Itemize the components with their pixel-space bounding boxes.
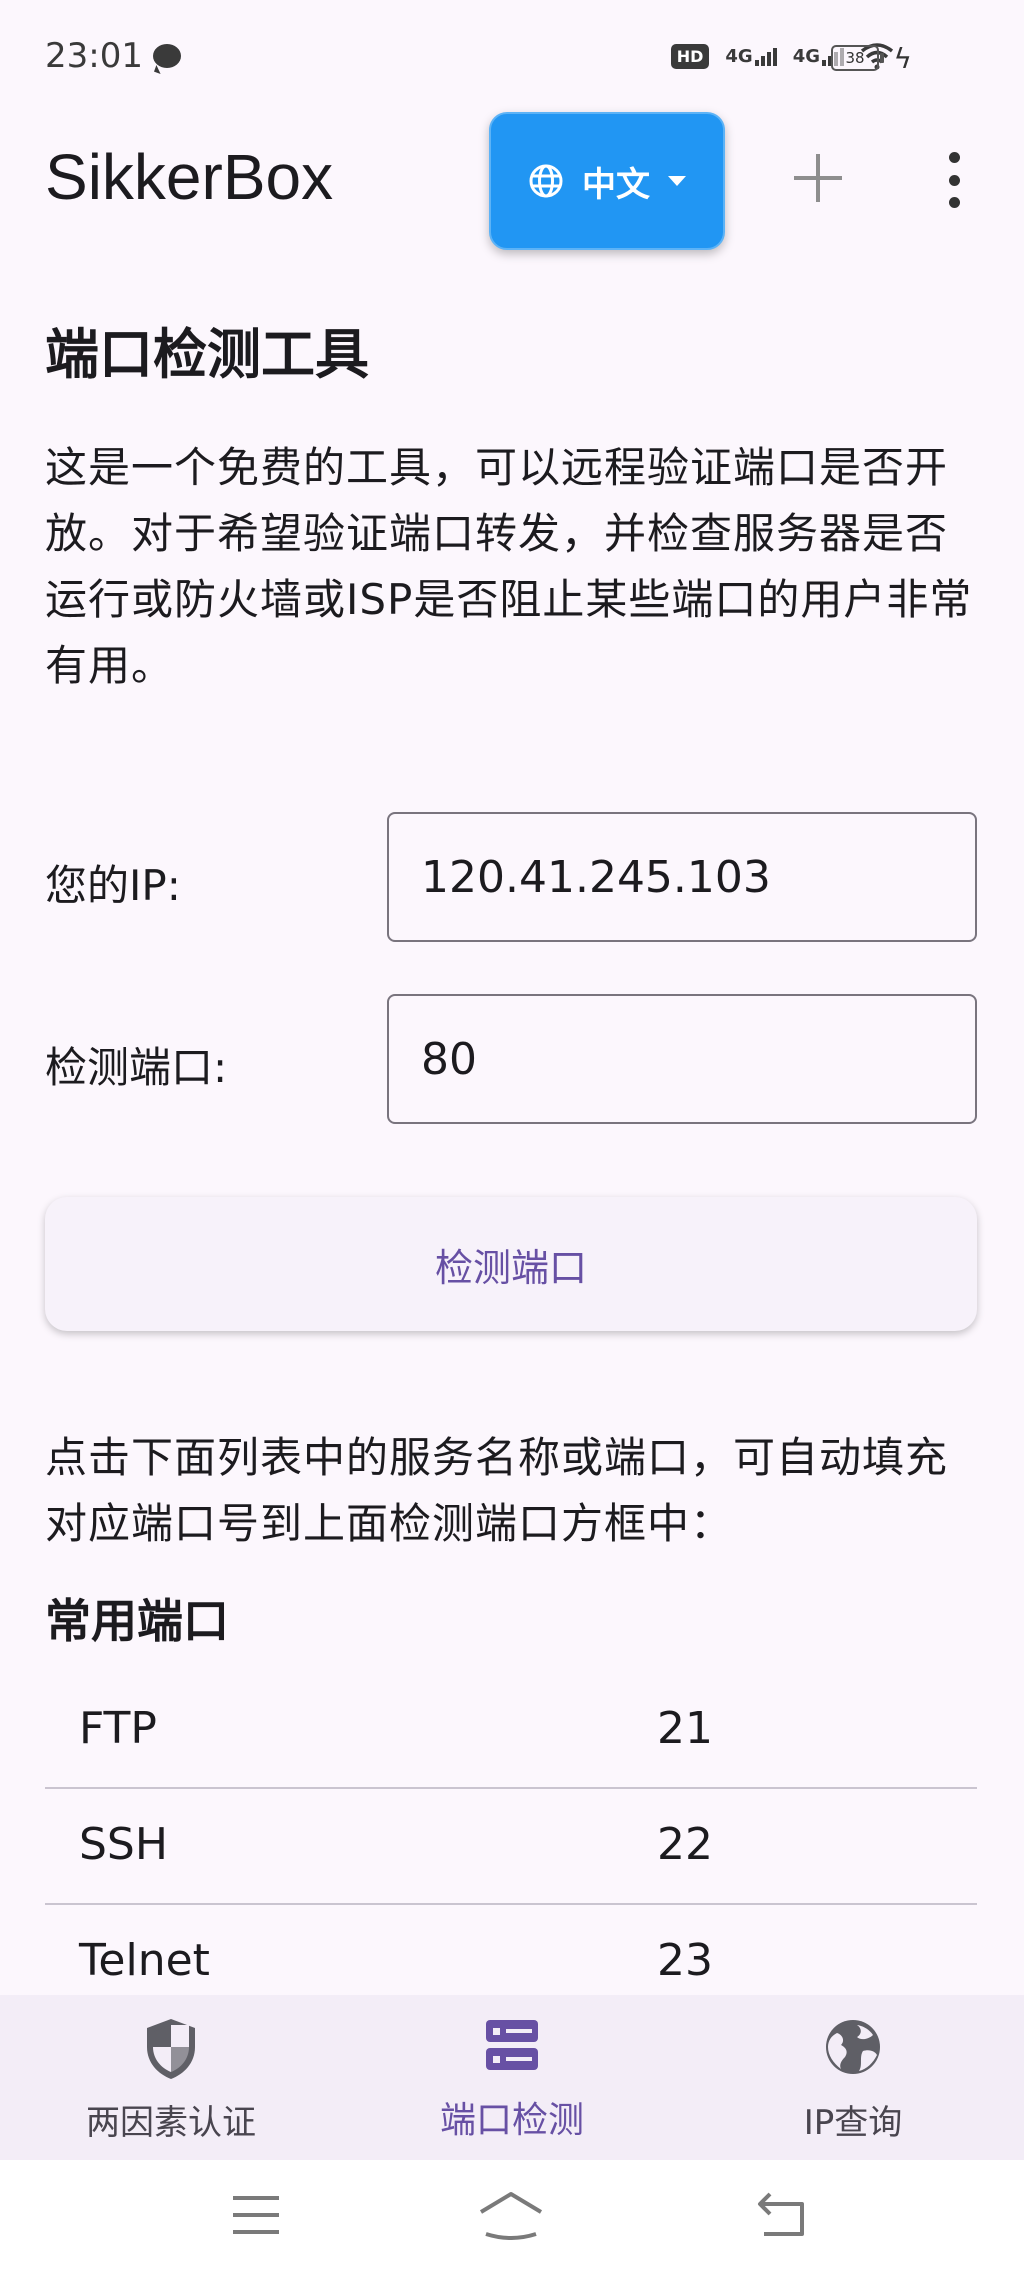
nav-label: 两因素认证 bbox=[86, 2103, 256, 2143]
service-port[interactable]: 21 bbox=[657, 1703, 713, 1754]
page-title: 端口检测工具 bbox=[45, 323, 369, 386]
app-title: SikkerBox bbox=[45, 141, 334, 213]
charging-icon: ϟ bbox=[893, 42, 912, 75]
battery-icon: 38 bbox=[831, 45, 884, 71]
nav-item-ip-lookup[interactable]: IP查询 bbox=[683, 1995, 1023, 2160]
tool-description: 这是一个免费的工具，可以远程验证端口是否开放。对于希望验证端口转发，并检查服务器… bbox=[45, 443, 973, 690]
server-icon bbox=[486, 2020, 538, 2070]
port-label: 检测端口: bbox=[45, 1043, 228, 1092]
bottom-navigation: 两因素认证 端口检测 IP查询 bbox=[0, 1995, 1024, 2160]
nav-label: IP查询 bbox=[803, 2103, 903, 2143]
service-name[interactable]: FTP bbox=[79, 1703, 157, 1754]
port-row-ssh[interactable]: SSH 22 bbox=[45, 1789, 977, 1905]
nav-item-two-factor-auth[interactable]: 两因素认证 bbox=[1, 1995, 341, 2160]
check-port-button[interactable]: 检测端口 bbox=[45, 1197, 977, 1331]
shield-icon bbox=[147, 2019, 195, 2079]
port-row-ftp[interactable]: FTP 21 bbox=[45, 1673, 977, 1789]
nav-label: 端口检测 bbox=[439, 2100, 584, 2141]
app-screen: 23:01 HD 4G 4G 38 ϟ SikkerBox 中文 端口检测工具 … bbox=[0, 0, 1024, 2283]
hd-voice-icon: HD bbox=[670, 43, 710, 69]
back-icon[interactable] bbox=[756, 2190, 808, 2240]
ip-input[interactable] bbox=[387, 812, 977, 942]
system-navigation-bar bbox=[0, 2160, 1024, 2283]
ip-label: 您的IP: bbox=[45, 861, 181, 910]
nav-item-port-check[interactable]: 端口检测 bbox=[342, 1995, 682, 2160]
service-port[interactable]: 22 bbox=[657, 1819, 713, 1870]
more-vertical-icon bbox=[948, 152, 960, 163]
status-bar: 23:01 HD 4G 4G 38 ϟ bbox=[0, 0, 1024, 115]
menu-icon[interactable] bbox=[230, 2190, 282, 2240]
common-ports-heading: 常用端口 bbox=[45, 1594, 229, 1648]
chevron-down-icon bbox=[668, 176, 686, 186]
home-icon[interactable] bbox=[478, 2190, 544, 2240]
globe-icon bbox=[826, 2020, 880, 2074]
common-ports-table: FTP 21 SSH 22 Telnet 23 bbox=[45, 1673, 977, 2019]
language-dropdown-button[interactable]: 中文 bbox=[489, 112, 725, 250]
service-name[interactable]: SSH bbox=[79, 1819, 168, 1870]
signal-1-icon: 4G bbox=[725, 46, 777, 66]
add-button[interactable] bbox=[790, 150, 846, 206]
more-options-button[interactable] bbox=[944, 152, 964, 208]
message-notification-icon bbox=[153, 44, 181, 68]
port-input[interactable] bbox=[387, 994, 977, 1124]
language-label: 中文 bbox=[582, 164, 650, 205]
service-port[interactable]: 23 bbox=[657, 1935, 713, 1986]
globe-icon bbox=[529, 164, 563, 198]
service-name[interactable]: Telnet bbox=[79, 1935, 210, 1986]
port-list-hint: 点击下面列表中的服务名称或端口，可自动填充对应端口号到上面检测端口方框中： bbox=[45, 1433, 949, 1548]
status-time: 23:01 bbox=[45, 36, 143, 76]
